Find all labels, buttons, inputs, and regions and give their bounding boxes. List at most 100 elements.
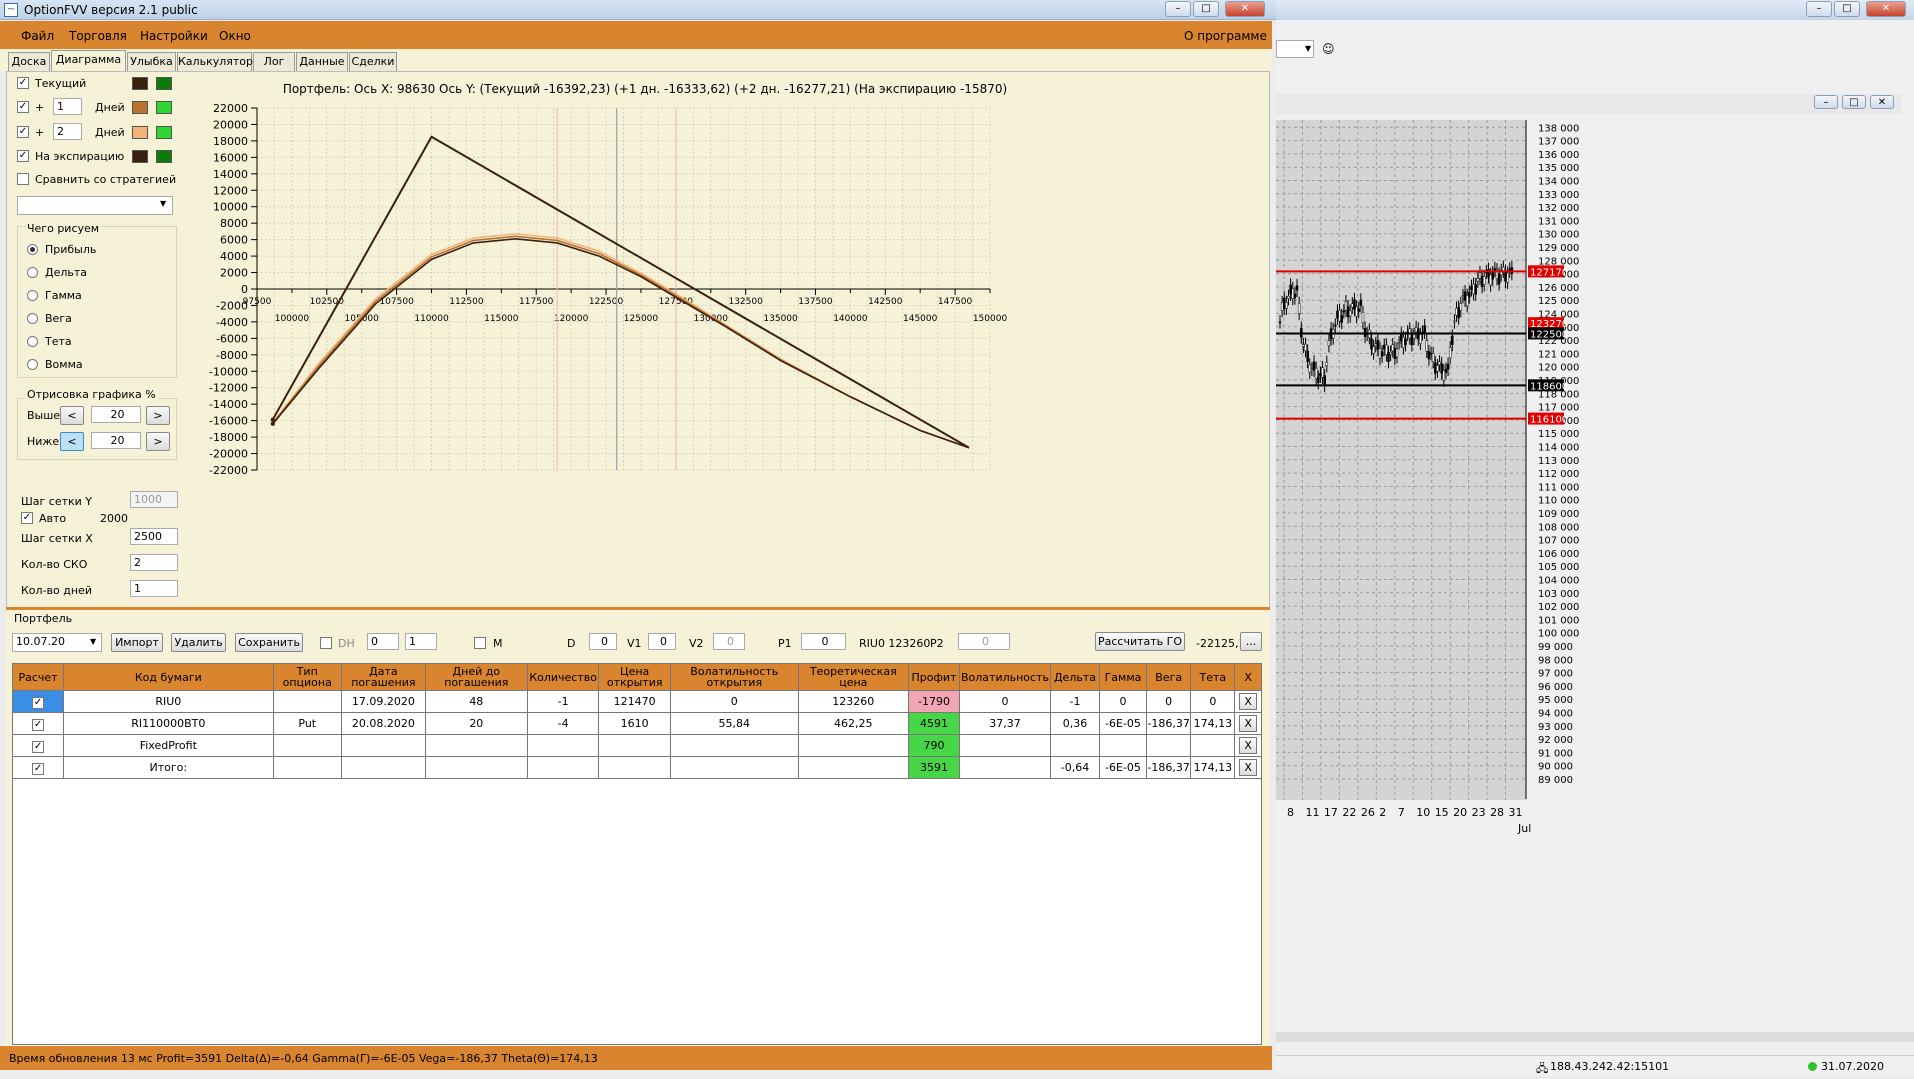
radio-delta[interactable] — [27, 267, 38, 278]
plus1-checkbox[interactable]: ✓ — [17, 101, 29, 113]
radio-profit[interactable] — [27, 244, 38, 255]
table-row[interactable]: ✓ Итого: 3591 -0,64 -6E-05 -186,37 174,13 X — [11, 756, 1262, 779]
chart-maximize-button[interactable]: □ — [1842, 95, 1866, 109]
import-button[interactable]: Импорт — [111, 633, 163, 652]
calc-checkbox[interactable]: ✓ — [32, 740, 45, 753]
menu-about[interactable]: О программе — [1184, 29, 1267, 43]
minimize-button[interactable]: – — [1165, 1, 1191, 17]
calc-checkbox-cell[interactable]: ✓ — [11, 690, 65, 713]
delete-icon[interactable]: X — [1239, 715, 1258, 732]
chart-close-button[interactable]: ✕ — [1870, 95, 1894, 109]
calc-checkbox[interactable]: ✓ — [32, 762, 45, 775]
terminal-maximize-button[interactable]: □ — [1834, 1, 1860, 17]
tab-log[interactable]: Лог — [253, 52, 295, 71]
close-button[interactable]: ✕ — [1225, 1, 1265, 17]
compare-checkbox[interactable] — [17, 173, 29, 185]
current-color-swatch[interactable] — [132, 77, 148, 90]
tab-calculator[interactable]: Калькулятор — [177, 52, 253, 71]
strategy-select[interactable] — [17, 196, 173, 215]
column-header[interactable]: Код бумаги — [63, 663, 274, 691]
grid-y-input[interactable]: 1000 — [130, 491, 178, 508]
terminal-minimize-button[interactable]: – — [1806, 1, 1832, 17]
auto-checkbox[interactable]: ✓ — [21, 512, 33, 524]
dh-stepper-1[interactable]: 0 — [367, 633, 399, 650]
m-checkbox[interactable] — [474, 637, 486, 649]
delete-row-button[interactable]: X — [1234, 690, 1262, 713]
radio-gamma[interactable] — [27, 290, 38, 301]
plus1-color-swatch-2[interactable] — [156, 101, 172, 114]
column-header[interactable]: Дата погашения — [340, 663, 426, 691]
calc-checkbox-cell[interactable]: ✓ — [11, 756, 65, 779]
dh-stepper-2[interactable]: 1 — [405, 633, 437, 650]
delete-icon[interactable]: X — [1239, 759, 1258, 776]
column-header[interactable]: Волатильность открытия — [669, 663, 799, 691]
radio-vomma[interactable] — [27, 359, 38, 370]
ndays-input[interactable]: 1 — [130, 580, 178, 597]
above-input[interactable]: 20 — [91, 406, 141, 423]
table-row[interactable]: ✓ RI110000BT0 Put 20.08.2020 20 -4 1610 55,84 46… — [11, 712, 1262, 735]
tab-smile[interactable]: Улыбка — [127, 52, 176, 71]
plus2-color-swatch[interactable] — [132, 126, 148, 139]
column-header[interactable]: Тип опциона — [272, 663, 342, 691]
tab-data[interactable]: Данные — [296, 52, 348, 71]
delete-row-button[interactable]: X — [1234, 712, 1262, 735]
menu-window[interactable]: Окно — [219, 29, 251, 43]
expiry-color-swatch-2[interactable] — [156, 150, 172, 163]
more-button[interactable]: ... — [1240, 632, 1262, 651]
below-increase-button[interactable]: > — [146, 432, 170, 451]
delete-button[interactable]: Удалить — [171, 633, 226, 652]
above-decrease-button[interactable]: < — [60, 406, 84, 425]
column-header[interactable]: Цена открытия — [598, 663, 671, 691]
v2-input[interactable]: 0 — [713, 633, 745, 650]
table-row[interactable]: ✓ FixedProfit 790 X — [11, 734, 1262, 757]
calc-go-button[interactable]: Рассчитать ГО — [1095, 632, 1185, 651]
p2-input[interactable]: 0 — [958, 633, 1010, 650]
grid-x-input[interactable]: 2500 — [130, 528, 178, 545]
sko-input[interactable]: 2 — [130, 554, 178, 571]
current-color-swatch-2[interactable] — [156, 77, 172, 90]
chart-minimize-button[interactable]: – — [1814, 95, 1838, 109]
column-header[interactable]: Дней до погашения — [424, 663, 528, 691]
p1-input[interactable]: 0 — [801, 633, 846, 650]
column-header[interactable]: Расчет — [11, 663, 65, 691]
column-header[interactable]: Тета — [1190, 663, 1236, 691]
plus1-days-input[interactable]: 1 — [53, 98, 82, 115]
chart-scrollbar[interactable] — [1276, 1032, 1914, 1042]
menu-trade[interactable]: Торговля — [69, 29, 127, 43]
maximize-button[interactable]: □ — [1193, 1, 1219, 17]
plus2-color-swatch-2[interactable] — [156, 126, 172, 139]
calc-checkbox[interactable]: ✓ — [32, 696, 45, 709]
d-input[interactable]: 0 — [589, 633, 617, 650]
tab-deals[interactable]: Сделки — [349, 52, 397, 71]
column-header[interactable]: Волатильность — [959, 663, 1051, 691]
plus1-color-swatch[interactable] — [132, 101, 148, 114]
menu-settings[interactable]: Настройки — [140, 29, 208, 43]
column-header[interactable]: Теоретическая цена — [797, 663, 909, 691]
expiry-color-swatch[interactable] — [132, 150, 148, 163]
column-header[interactable]: Профит — [907, 663, 961, 691]
calc-checkbox-cell[interactable]: ✓ — [11, 712, 65, 735]
terminal-close-button[interactable]: ✕ — [1866, 1, 1906, 17]
column-header[interactable]: Дельта — [1049, 663, 1100, 691]
delete-row-button[interactable]: X — [1234, 756, 1262, 779]
below-input[interactable]: 20 — [91, 432, 141, 449]
expiry-checkbox[interactable]: ✓ — [17, 150, 29, 162]
column-header[interactable]: Количество — [526, 663, 600, 691]
column-header[interactable]: X — [1234, 663, 1262, 691]
column-header[interactable]: Вега — [1145, 663, 1192, 691]
delete-row-button[interactable]: X — [1234, 734, 1262, 757]
person-icon[interactable]: ☺ — [1322, 42, 1335, 56]
delete-icon[interactable]: X — [1239, 737, 1258, 754]
save-button[interactable]: Сохранить — [235, 633, 303, 652]
radio-vega[interactable] — [27, 313, 38, 324]
column-header[interactable]: Гамма — [1098, 663, 1147, 691]
calc-checkbox[interactable]: ✓ — [32, 718, 45, 731]
calc-checkbox-cell[interactable]: ✓ — [11, 734, 65, 757]
tab-diagram[interactable]: Диаграмма — [51, 50, 126, 71]
radio-theta[interactable] — [27, 336, 38, 347]
plus2-days-input[interactable]: 2 — [53, 123, 82, 140]
date-select[interactable]: 10.07.20 — [12, 633, 102, 652]
v1-input[interactable]: 0 — [648, 633, 676, 650]
plus2-checkbox[interactable]: ✓ — [17, 126, 29, 138]
table-row[interactable]: ✓ RIU0 17.09.2020 48 -1 121470 0 123260 -1790 0 -1… — [11, 690, 1262, 713]
